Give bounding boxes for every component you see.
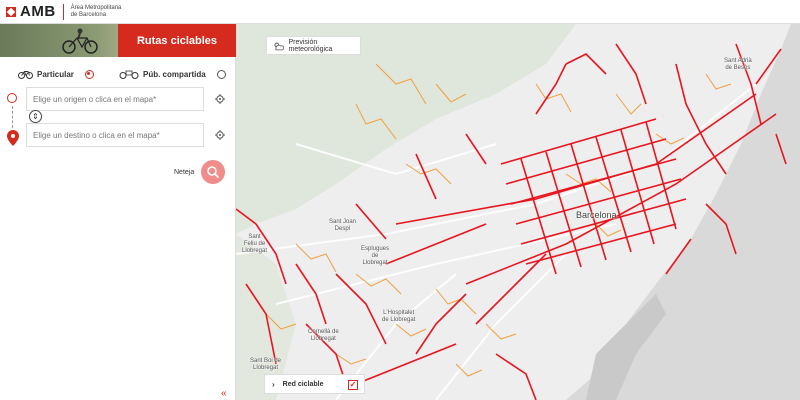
search-icon	[207, 166, 220, 179]
search-button[interactable]	[201, 160, 225, 184]
hero-banner: Rutas ciclables	[0, 24, 236, 57]
label-sant-joan: Sant Joan Despí	[329, 219, 357, 232]
weather-icon	[274, 42, 285, 50]
origin-input[interactable]	[26, 87, 204, 111]
amb-logo[interactable]: AMB Àrea Metropolitana de Barcelona	[6, 3, 121, 20]
logo-subtitle-line2: de Barcelona	[70, 11, 107, 18]
route-connector	[12, 106, 13, 128]
radio-shared[interactable]	[216, 69, 226, 79]
label-barcelona: Barcelona	[576, 210, 617, 220]
label-sant-adria: Sant Adrià de Besòs	[724, 58, 752, 71]
label-hospitalet: L'Hospitalet de Llobregat	[382, 310, 416, 323]
amb-logo-icon	[6, 6, 16, 17]
radio-private[interactable]	[84, 69, 94, 79]
top-bar: AMB Àrea Metropolitana de Barcelona	[0, 0, 800, 24]
label-sant-feliu: Sant Feliu de Llobregat	[242, 234, 268, 254]
logo-text: AMB	[20, 3, 56, 20]
checkbox-bike-network[interactable]: ✓	[348, 380, 358, 390]
collapse-panel-button[interactable]: «	[221, 388, 227, 399]
weather-forecast-label: Previsión meteorológica	[288, 38, 333, 53]
legend-bike-network[interactable]: › Red ciclable ✓	[264, 374, 365, 394]
route-panel: Rutas ciclables Particular Púb. comparti…	[0, 24, 236, 400]
mode-shared-option[interactable]: Púb. compartida	[119, 66, 226, 82]
legend-label: Red ciclable	[282, 380, 324, 388]
origin-marker-icon	[7, 93, 17, 103]
logo-subtitle: Àrea Metropolitana de Barcelona	[71, 5, 122, 19]
label-esplugues: Esplugues de Llobregat	[361, 246, 390, 266]
mode-private-option[interactable]: Particular	[18, 66, 94, 82]
panel-title: Rutas ciclables	[118, 24, 236, 57]
map-canvas	[236, 24, 800, 400]
locate-origin-icon[interactable]	[215, 94, 225, 104]
shared-bicycle-icon	[119, 70, 139, 79]
locate-destination-icon[interactable]	[215, 130, 225, 140]
bicycle-icon	[18, 71, 33, 79]
mode-shared-label: Púb. compartida	[143, 69, 206, 79]
map[interactable]: Barcelona Sant Adrià de Besòs Sant Joan …	[236, 24, 800, 400]
swap-route-button[interactable]: ⇕	[29, 110, 42, 123]
logo-subtitle-line1: Àrea Metropolitana	[70, 4, 122, 11]
destination-marker-icon	[7, 130, 19, 146]
chevron-right-icon[interactable]: ›	[272, 380, 275, 389]
label-sant-boi: Sant Boi de Llobregat	[250, 358, 282, 371]
cyclist-image	[62, 28, 98, 54]
mode-private-label: Particular	[37, 69, 74, 79]
label-cornella: Cornellà de Llobregat	[308, 329, 339, 342]
clear-button[interactable]: Neteja	[174, 169, 194, 176]
destination-input[interactable]	[26, 123, 204, 147]
logo-divider	[62, 3, 64, 20]
weather-forecast-button[interactable]: Previsión meteorológica	[266, 36, 361, 55]
